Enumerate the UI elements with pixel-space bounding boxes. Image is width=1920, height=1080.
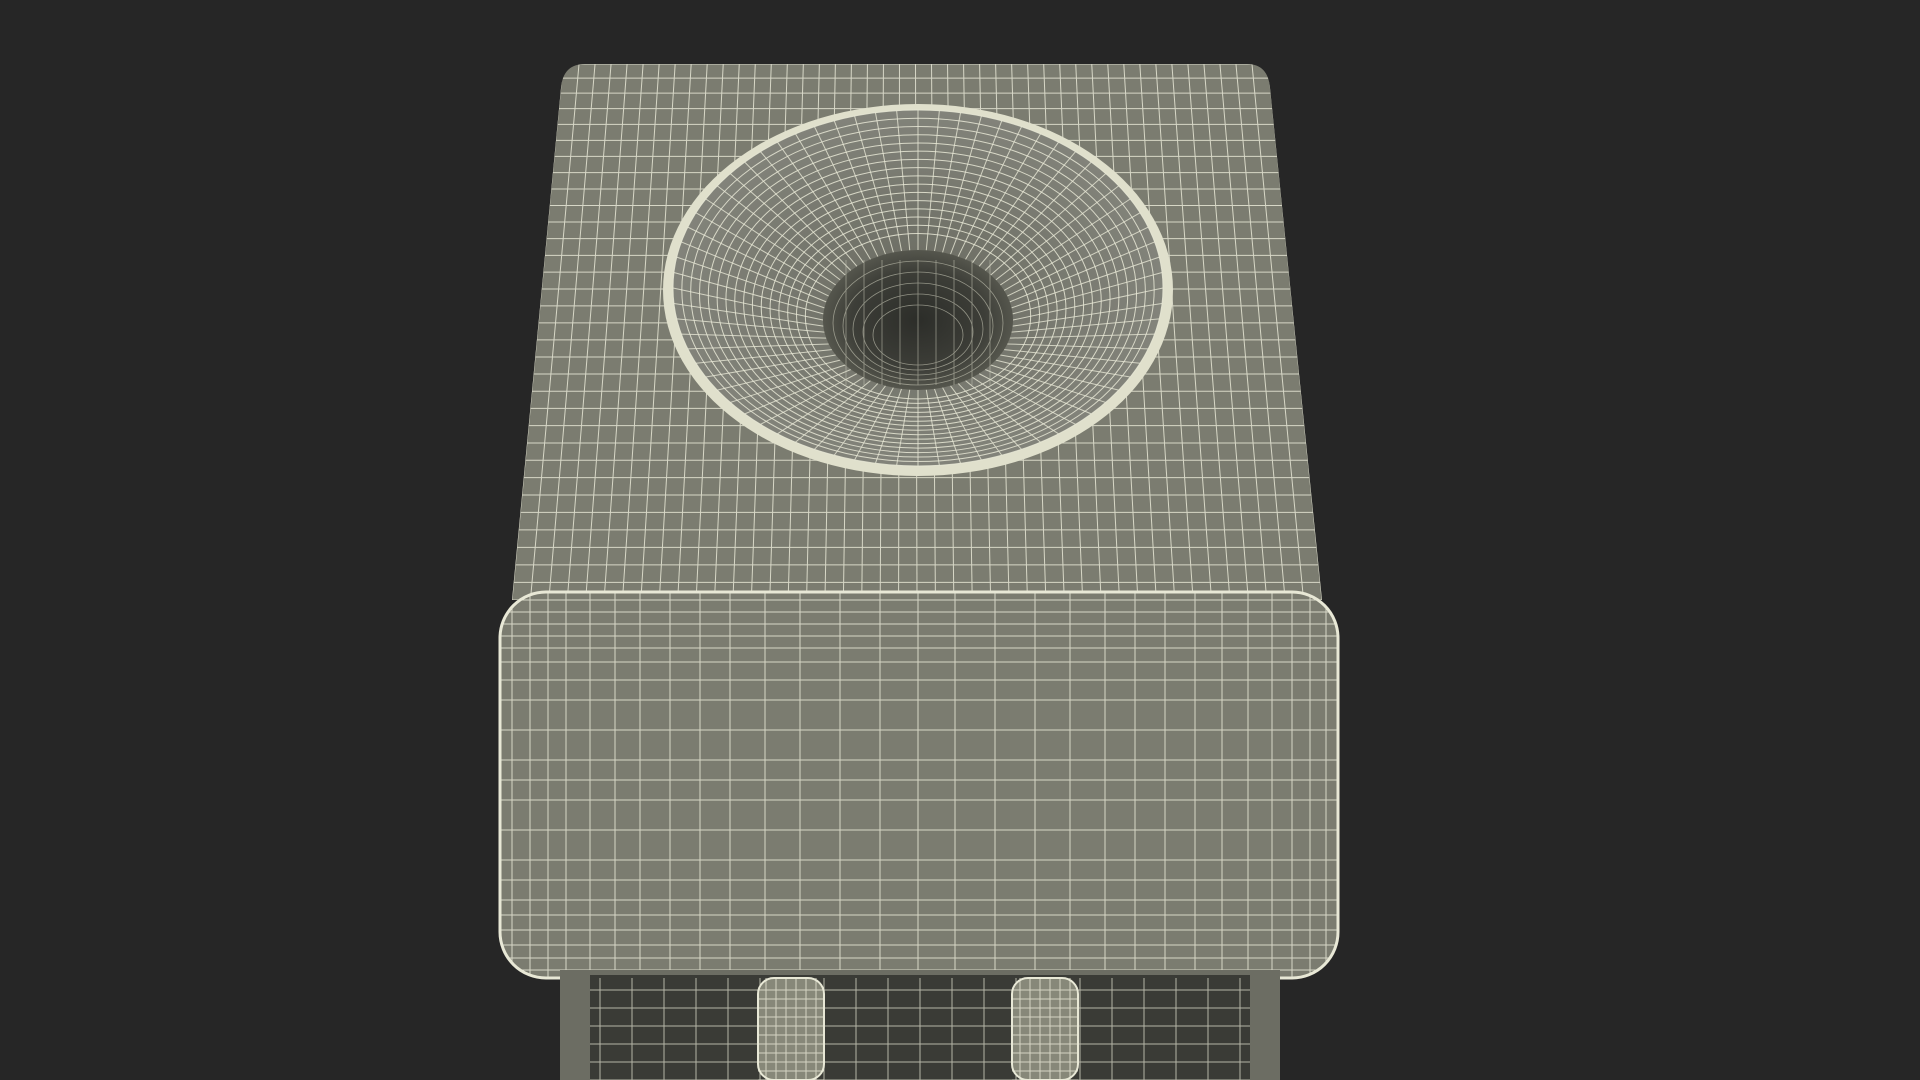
front-panel (498, 590, 1340, 980)
bottle-funnel (663, 104, 1173, 476)
render-viewport (0, 0, 1920, 1080)
lower-body (560, 970, 1280, 1080)
tap-left (757, 977, 825, 1080)
tap-right (1011, 977, 1079, 1080)
wireframe-render (498, 64, 1340, 1080)
